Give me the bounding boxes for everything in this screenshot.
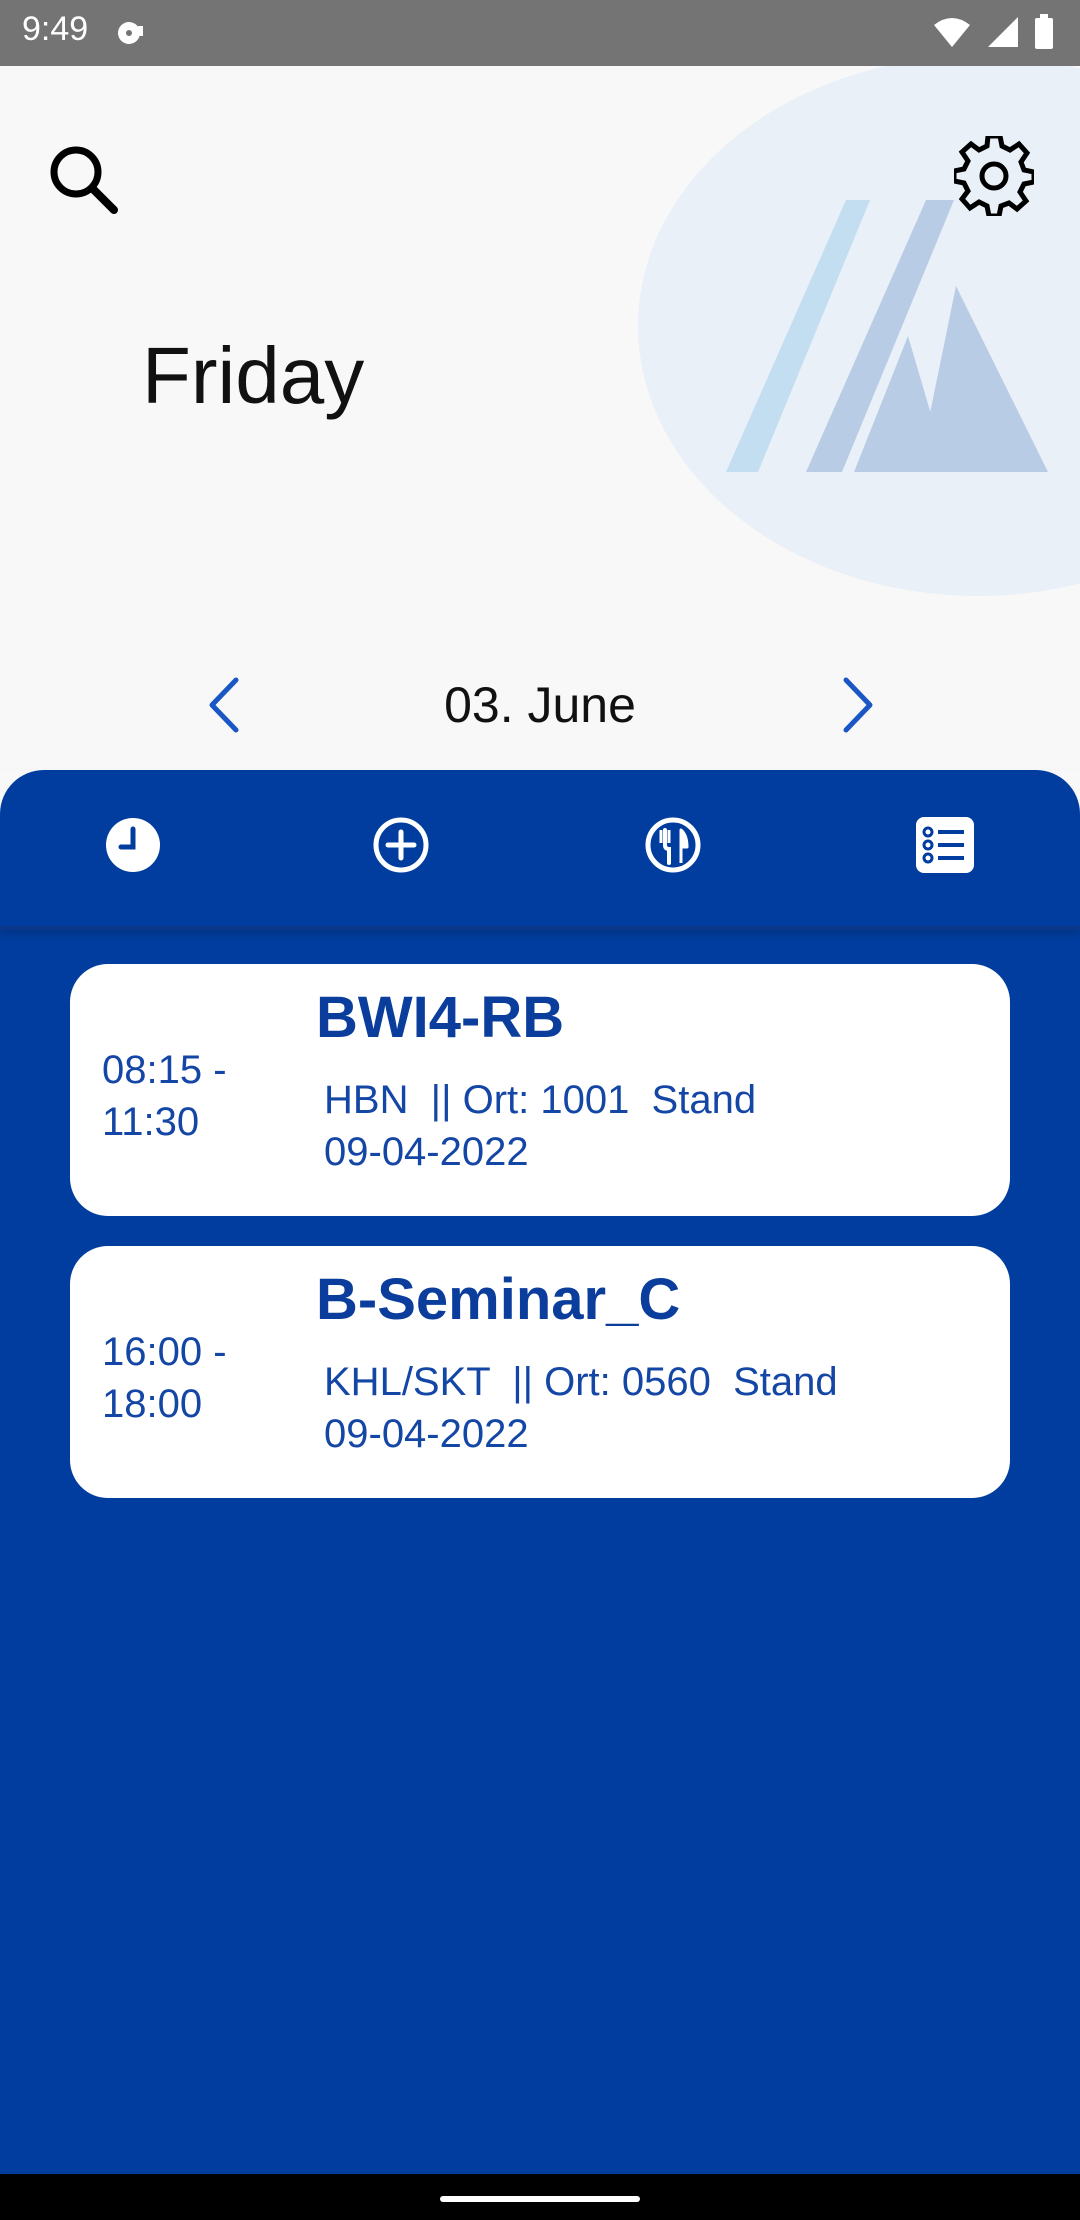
status-time: 9:49 [22,10,89,48]
event-card[interactable]: 08:15 - 11:30 BWI4-RB HBN || Ort: 1001 S… [70,964,1010,1216]
tab-list[interactable] [912,812,978,878]
event-time: 16:00 - 18:00 [102,1330,227,1426]
list-icon [916,817,974,873]
tab-mensa[interactable] [640,812,706,878]
schedule-panel: 08:15 - 11:30 BWI4-RB HBN || Ort: 1001 S… [0,770,1080,2174]
cutlery-icon [645,817,701,873]
event-card[interactable]: 16:00 - 18:00 B-Seminar_C KHL/SKT || Ort… [70,1246,1010,1498]
tab-add[interactable] [368,812,434,878]
battery-icon [1035,14,1053,49]
system-icons [932,14,1054,50]
tab-schedule[interactable] [100,812,166,878]
media-icon [118,22,143,44]
event-time: 08:15 - 11:30 [102,1048,227,1144]
header: Friday [0,66,1080,770]
navigation-bar [0,2174,1080,2220]
status-bar: 9:49 [0,0,1080,66]
search-icon[interactable] [46,142,120,216]
event-info: HBN || Ort: 1001 Stand 09-04-2022 [324,1078,757,1174]
chevron-right-icon[interactable] [834,670,884,740]
signal-icon [988,17,1018,47]
home-indicator[interactable] [440,2196,640,2202]
wifi-icon [934,18,970,47]
day-title: Friday [142,331,365,420]
event-course: B-Seminar_C [316,1267,681,1332]
clock-icon [106,818,160,872]
event-course: BWI4-RB [316,985,565,1050]
tab-bar [0,770,1080,930]
event-info: KHL/SKT || Ort: 0560 Stand 09-04-2022 [324,1360,838,1456]
gear-icon[interactable] [954,136,1034,216]
add-circle-icon [373,817,429,873]
date-label: 03. June [444,677,636,733]
